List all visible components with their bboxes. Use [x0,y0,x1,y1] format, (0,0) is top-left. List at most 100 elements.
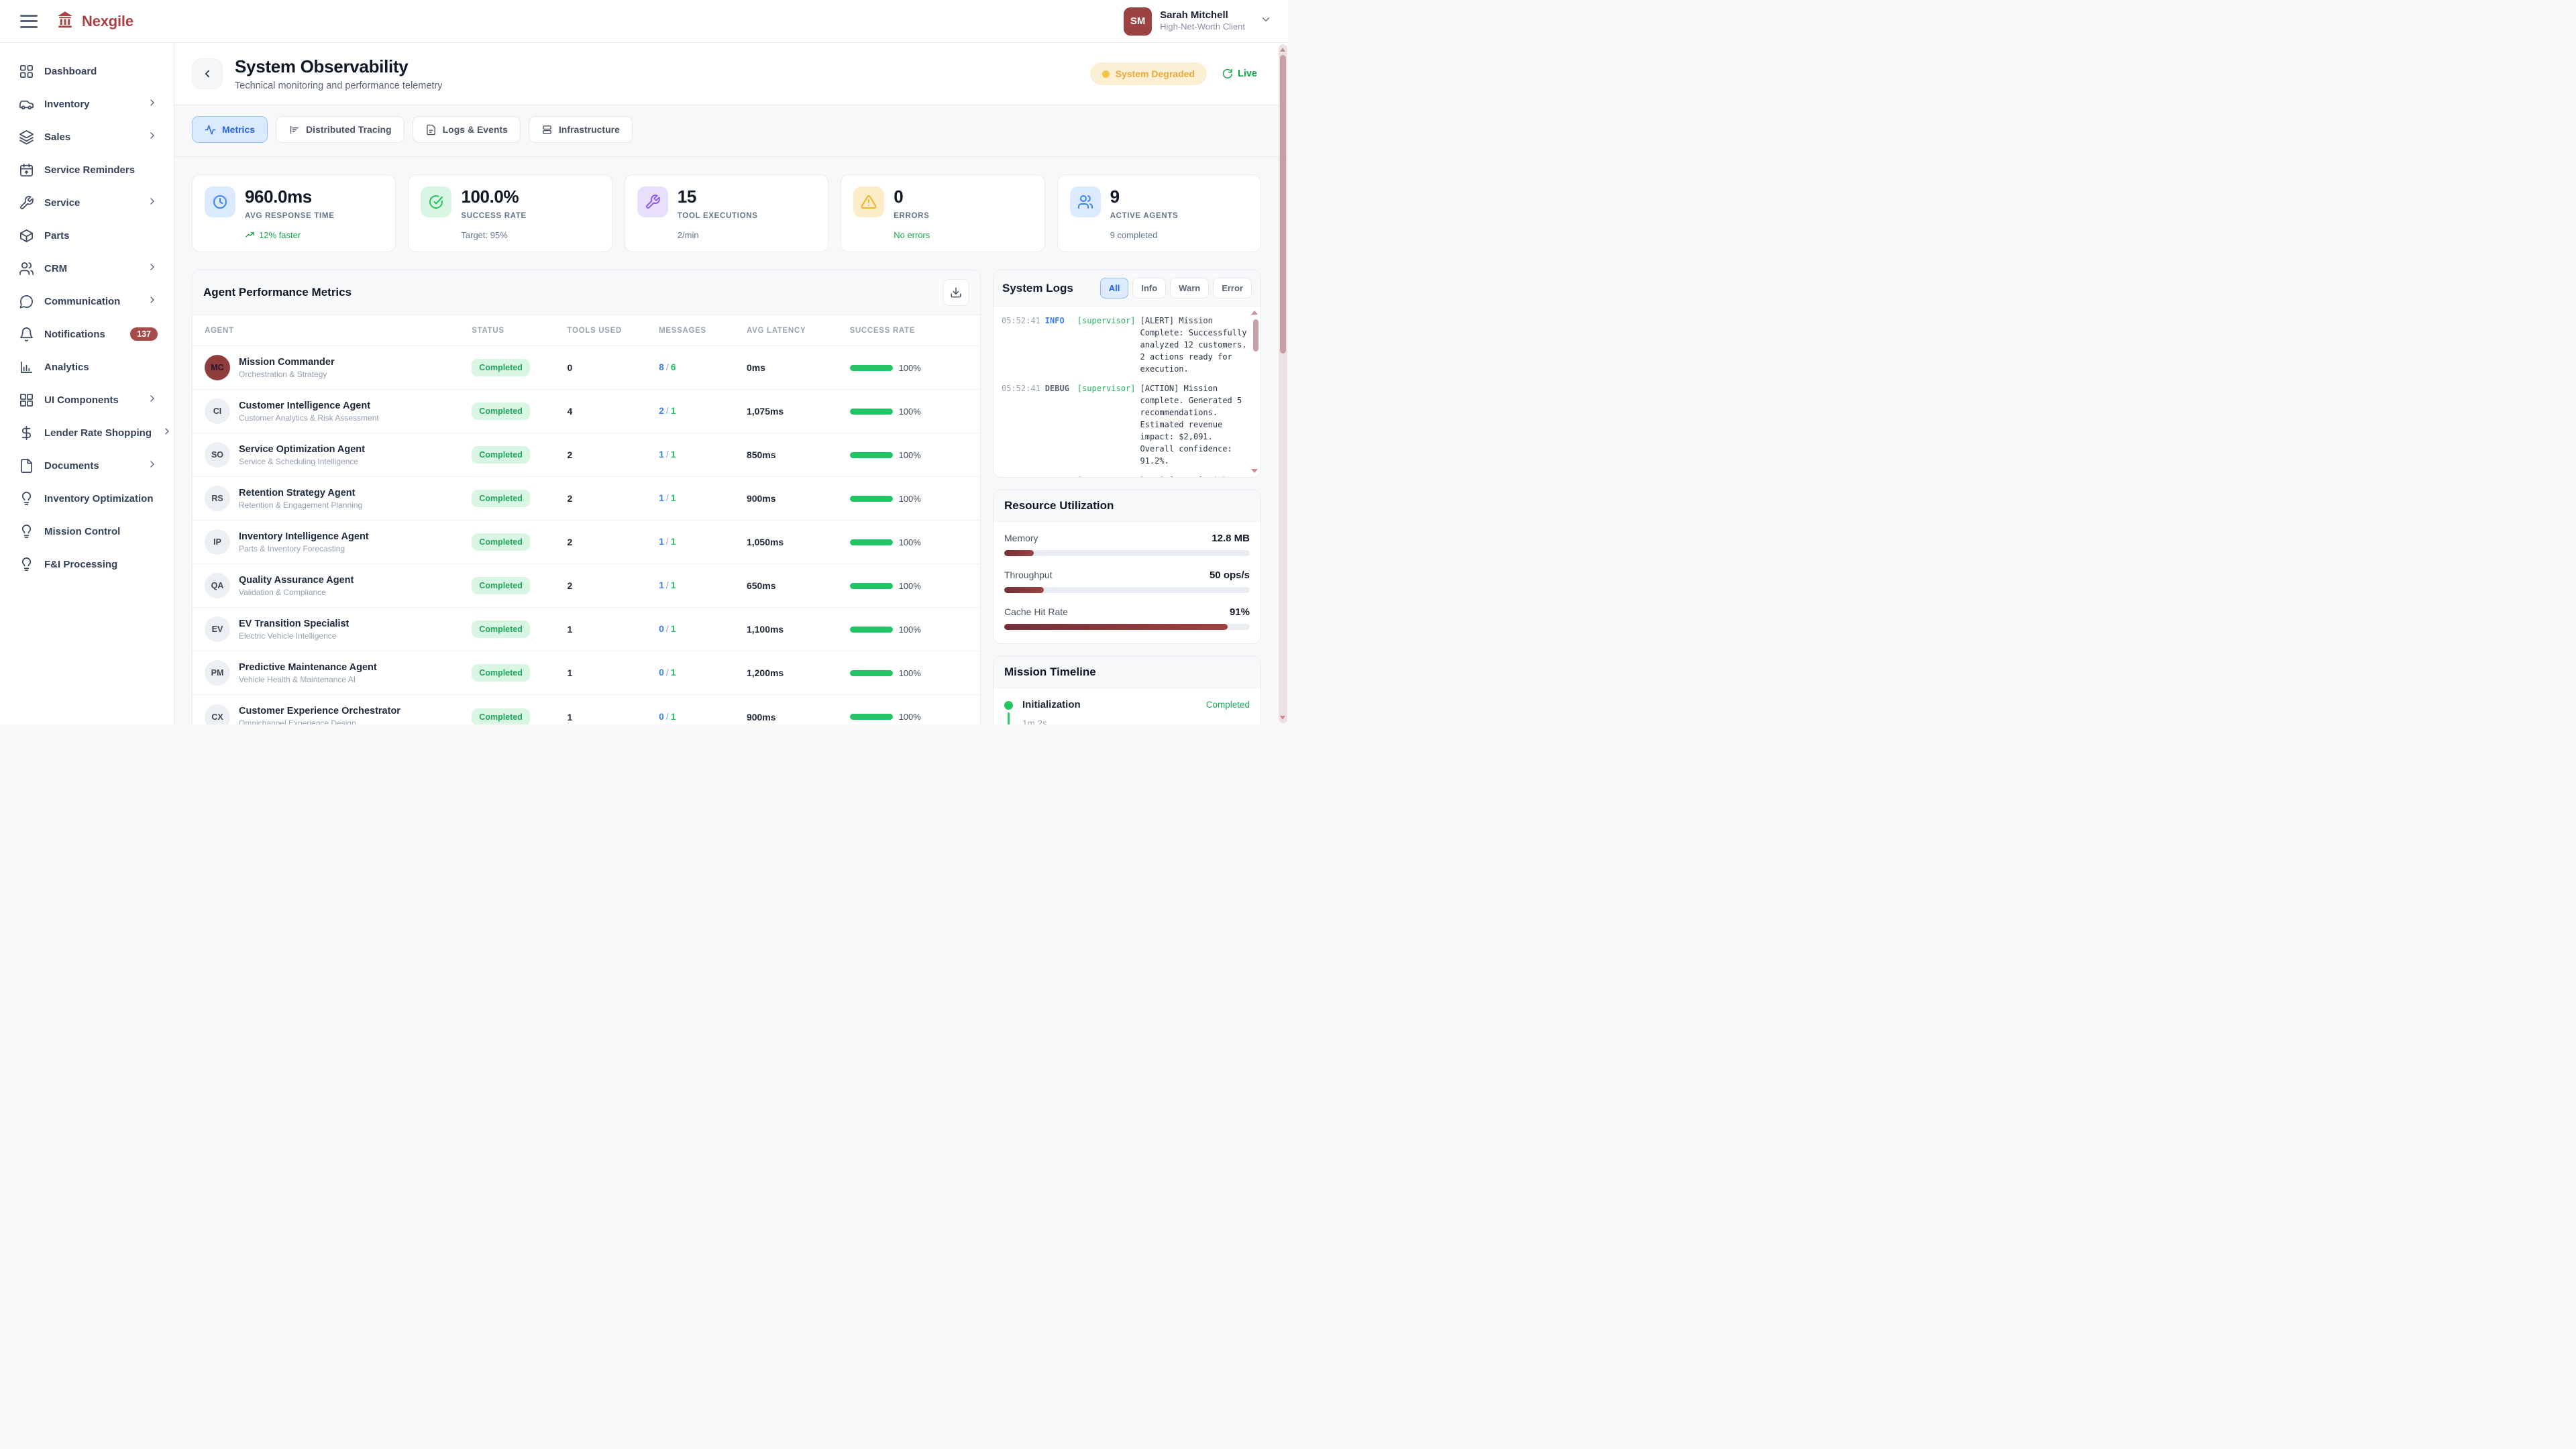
sidebar-item-crm[interactable]: CRM [7,253,167,284]
activity-icon [205,124,216,136]
chevron-left-icon [201,68,213,80]
column-header: STATUS [472,327,567,335]
table-row: SO Service Optimization AgentService & S… [193,433,980,477]
chevron-right-icon [147,97,158,111]
status-pill: Completed [472,490,530,507]
sidebar-item-analytics[interactable]: Analytics [7,352,167,382]
sidebar-item-inventory-optimization[interactable]: Inventory Optimization [7,483,167,514]
sidebar-item-label: Communication [44,296,120,307]
stat-card-errors: 0 ERRORS No errors [841,174,1044,252]
sidebar-item-notifications[interactable]: Notifications 137 [7,319,167,350]
success-bar [850,539,893,545]
download-button[interactable] [943,279,969,306]
sidebar-item-communication[interactable]: Communication [7,286,167,317]
sidebar-item-label: Documents [44,460,99,472]
sidebar-item-label: Sales [44,131,70,143]
filter-info-button[interactable]: Info [1132,278,1166,299]
log-scrollbar-thumb[interactable] [1253,319,1258,352]
stat-value: 15 [678,186,758,207]
sidebar-item-documents[interactable]: Documents [7,450,167,481]
log-scroll-down-icon[interactable] [1251,469,1258,473]
table-row: CX Customer Experience OrchestratorOmnic… [193,695,980,724]
log-scroll-up-icon[interactable] [1251,311,1258,315]
sidebar-item-dashboard[interactable]: Dashboard [7,56,167,87]
success-bar [850,496,893,502]
agent-avatar: PM [205,660,230,686]
check-circle-icon [421,186,451,217]
stat-sub: Target: 95% [461,230,599,240]
timeline-item: Initialization Completed 1m 2s [1004,699,1250,724]
tab-infrastructure[interactable]: Infrastructure [529,116,633,143]
tab-logs-events[interactable]: Logs & Events [413,116,521,143]
back-button[interactable] [192,58,223,89]
bar-chart-icon [19,360,34,375]
page-scrollbar-thumb[interactable] [1280,55,1286,354]
filter-error-button[interactable]: Error [1213,278,1252,299]
lightbulb-icon [19,557,34,572]
sidebar-item-label: Mission Control [44,526,120,537]
sidebar-item-sales[interactable]: Sales [7,121,167,152]
wrench-icon [19,195,34,211]
user-menu[interactable]: SM Sarah Mitchell High-Net-Worth Client [1124,7,1272,36]
log-entry: 05:52:41 INFO [supervisor] [ALERT] Missi… [1002,315,1247,375]
alert-triangle-icon [853,186,884,217]
trending-up-icon [245,230,255,240]
sidebar-item-label: CRM [44,263,67,274]
stat-value: 9 [1110,186,1179,207]
sidebar-item-service-reminders[interactable]: Service Reminders [7,154,167,185]
stat-card-active-agents: 9 ACTIVE AGENTS 9 completed [1057,174,1261,252]
topbar: Nexgile SM Sarah Mitchell High-Net-Worth… [0,0,1288,43]
sidebar-item-service[interactable]: Service [7,187,167,218]
agent-performance-panel: Agent Performance Metrics AGENT STATUS T… [192,270,981,724]
page-scrollbar[interactable] [1279,44,1287,723]
notifications-badge: 137 [130,327,158,341]
status-pill: Completed [472,533,530,551]
stat-label: ACTIVE AGENTS [1110,212,1179,220]
agent-avatar: CI [205,398,230,424]
table-header-row: AGENT STATUS TOOLS USED MESSAGES AVG LAT… [193,315,980,346]
sidebar-item-label: Service [44,197,80,209]
clock-icon [205,186,235,217]
grid-icon [19,392,34,408]
table-row: MC Mission CommanderOrchestration & Stra… [193,346,980,390]
filter-warn-button[interactable]: Warn [1170,278,1209,299]
stats-row: 960.0ms AVG RESPONSE TIME 12% faster [192,174,1261,252]
sidebar-item-lender-rate-shopping[interactable]: Lender Rate Shopping [7,417,167,448]
sidebar-item-mission-control[interactable]: Mission Control [7,516,167,547]
menu-icon[interactable] [20,15,38,28]
right-rail: System Logs All Info Warn Error 05:52:41 [993,270,1261,724]
filter-all-button[interactable]: All [1100,278,1129,299]
sidebar-item-label: Parts [44,230,70,241]
panel-title: Mission Timeline [1004,665,1096,679]
wrench-icon [637,186,668,217]
resource-throughput: Throughput50 ops/s [1004,570,1250,593]
status-badge: System Degraded [1090,62,1207,85]
live-button[interactable]: Live [1222,68,1257,80]
resource-cache-hit-rate: Cache Hit Rate91% [1004,606,1250,630]
scroll-up-icon[interactable] [1280,48,1285,52]
download-icon [950,286,962,299]
status-pill: Completed [472,708,530,725]
log-entry: 05:52:41 DEBUG [supervisor] [ACTION] Mis… [1002,382,1247,467]
chevron-right-icon [147,294,158,309]
bell-icon [19,327,34,342]
chevron-right-icon [147,459,158,473]
tab-label: Metrics [222,124,255,135]
stat-card-avg-response-time: 960.0ms AVG RESPONSE TIME 12% faster [192,174,396,252]
tab-metrics[interactable]: Metrics [192,116,268,143]
system-logs-panel: System Logs All Info Warn Error 05:52:41 [993,270,1261,478]
scroll-down-icon[interactable] [1280,716,1285,720]
sidebar-item-fi-processing[interactable]: F&I Processing [7,549,167,580]
progress-track [1004,624,1250,630]
avatar: SM [1124,7,1152,36]
trace-icon [288,124,300,136]
stat-label: ERRORS [894,212,929,220]
tab-distributed-tracing[interactable]: Distributed Tracing [276,116,405,143]
sidebar-item-parts[interactable]: Parts [7,220,167,251]
stat-label: AVG RESPONSE TIME [245,212,335,220]
sidebar-item-inventory[interactable]: Inventory [7,89,167,119]
tab-label: Logs & Events [443,124,508,135]
agent-avatar: EV [205,616,230,642]
sidebar-item-ui-components[interactable]: UI Components [7,384,167,415]
stat-card-success-rate: 100.0% SUCCESS RATE Target: 95% [408,174,612,252]
